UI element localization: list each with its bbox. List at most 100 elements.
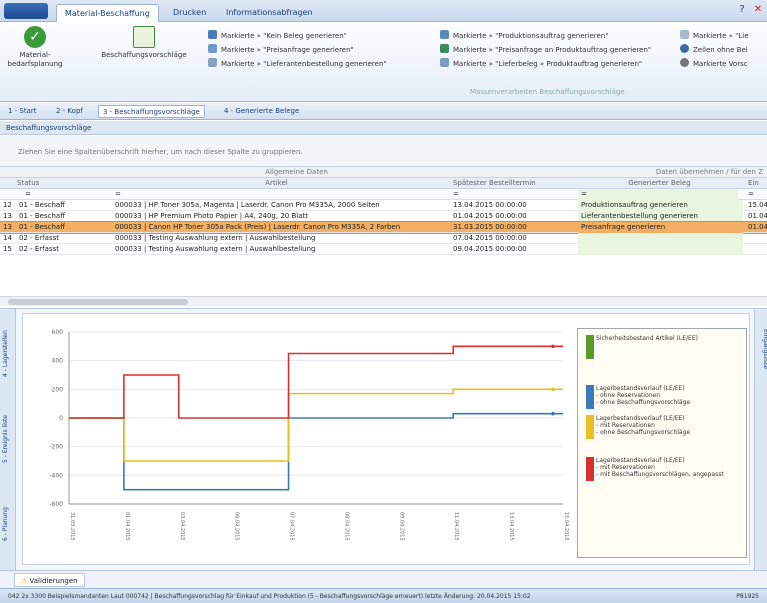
cmd-lieferbeleg-produktauftrag[interactable]: Markierte » "Lieferbeleg » Produktauftra… (440, 58, 670, 70)
horizontal-scrollbar[interactable] (0, 296, 767, 306)
row-date: 31.03.2015 00:00:00 (453, 223, 527, 231)
col-status[interactable]: Status (14, 178, 94, 189)
row-date: 09.04.2015 00:00:00 (453, 245, 527, 253)
row-date: 13.04.2015 00:00:00 (453, 201, 527, 209)
cmd-col3-3[interactable]: Markierte Vorsc (680, 58, 767, 70)
series-line (69, 345, 563, 419)
row-number: 13 (3, 212, 12, 220)
cmd-preisanfrage-produktauftrag[interactable]: Markierte » "Preisanfrage an Produktauft… (440, 44, 670, 56)
tab-drucken[interactable]: Drucken (165, 4, 214, 22)
cmd-kein-beleg[interactable]: Markierte » "Kein Beleg generieren" (208, 30, 428, 42)
legend-swatch (586, 335, 594, 359)
gear-icon (208, 30, 217, 39)
table-row[interactable]: 12 01 - Beschaff 000033 | HP Toner 305a,… (0, 200, 767, 211)
scrollbar-thumb[interactable] (8, 299, 188, 305)
tab-lagerstellen[interactable]: 4 - Lagerstellen (2, 319, 14, 389)
table-row[interactable]: 14 02 - Erfasst 000033 | Testing Auswahl… (0, 233, 767, 244)
tab-generierte-belege[interactable]: 4 - Generierte Belege (220, 105, 303, 118)
x-tick-label: 01.04.2015 (124, 512, 130, 541)
materialbedarfsplanung-label: Material- bedarfsplanung (7, 51, 63, 68)
col-spaetester-bestelltermin[interactable]: Spätester Bestelltermin (450, 178, 575, 189)
filter-status[interactable]: = (22, 189, 102, 200)
row-article: 000033 | HP Toner 305a, Magenta | Laserd… (115, 201, 380, 209)
close-icon[interactable]: ✕ (752, 4, 764, 16)
status-bar: 042 2x 3300 Beispielsmandanten Laut 0007… (0, 588, 767, 603)
stock-chart: -600 -400 -200 0 200 400 600 31.03.2015 01.04.20… (22, 313, 750, 565)
col-generierter-beleg[interactable]: Generierter Beleg (578, 178, 738, 189)
row-doc: Preisanfrage generieren (578, 222, 743, 233)
series-line (69, 412, 563, 491)
tab-ereignisliste[interactable]: 5 - Ereignis liste (2, 399, 14, 479)
column-header-row: Status Artikel Spätester Bestelltermin G… (0, 178, 767, 189)
beschaffungsvorschlaege-label: Beschaffungsvorschläge (101, 51, 187, 59)
table-row[interactable]: 15 02 - Erfasst 000033 | Testing Auswahl… (0, 244, 767, 255)
tab-beschaffungsvorschlaege[interactable]: 3 - Beschaffungsvorschläge (98, 105, 205, 118)
tab-eingangsliste[interactable]: Eingangsliste (757, 319, 767, 379)
y-tick-label: 0 (59, 415, 63, 422)
x-tick-label: 13.04.2015 (508, 512, 514, 541)
legend-swatch (586, 385, 594, 409)
x-tick-label: 11.04.2015 (453, 512, 459, 541)
proposal-grid: Allgemeine Daten Daten übernehmen / für … (0, 166, 767, 306)
band-allgemeine-daten: Allgemeine Daten (265, 168, 328, 176)
filter-bestelltermin[interactable]: = (450, 189, 575, 200)
legend-label: Lagerbestandsverlauf (LE/EE) - mit Reser… (596, 457, 724, 478)
cmd-label: Zeilen ohne Bel (693, 46, 748, 54)
tab-material-beschaffung[interactable]: Material-Beschaffung (56, 4, 159, 22)
y-tick-label: -600 (49, 501, 63, 508)
filter-ein[interactable]: = (745, 189, 767, 200)
beschaffungsvorschlaege-button[interactable]: Beschaffungsvorschläge (96, 26, 192, 60)
data-point (551, 344, 555, 349)
tab-kopf[interactable]: 2 - Kopf (52, 105, 87, 118)
tab-start[interactable]: 1 - Start (4, 105, 41, 118)
section-title: Beschaffungsvorschläge (0, 121, 767, 135)
row-ein (745, 233, 767, 244)
cmd-label: Markierte » "Preisanfrage an Produktauft… (453, 46, 652, 54)
cmd-label: Markierte » "Lie (693, 32, 749, 40)
data-point (551, 411, 555, 416)
group-by-hint: Ziehen Sie eine Spaltenüberschrift hierh… (0, 136, 767, 166)
cmd-lieferantenbestellung[interactable]: Markierte » "Lieferantenbestellung gener… (208, 58, 428, 70)
tab-validierungen-label: Validierungen (29, 577, 78, 585)
table-row[interactable]: 13 01 - Beschaff 000033 | HP Premium Pho… (0, 211, 767, 222)
legend-label: Lagerbestandsverlauf (LE/EE) - ohne Rese… (596, 385, 691, 406)
cmd-preisanfrage[interactable]: Markierte » "Preisanfrage generieren" (208, 44, 428, 56)
status-right: P81925 (736, 593, 759, 600)
cmd-col3-1[interactable]: Markierte » "Lie (680, 30, 767, 42)
cmd-label: Markierte Vorsc (693, 60, 748, 68)
cmd-label: Markierte » "Preisanfrage generieren" (221, 46, 354, 54)
cmd-label: Markierte » "Lieferantenbestellung gener… (221, 60, 387, 68)
x-tick-label: 06.04.2015 (234, 512, 240, 541)
row-date: 01.04.2015 00:00:00 (453, 212, 527, 220)
chart-panel: 4 - Lagerstellen 5 - Ereignis liste 6 - … (0, 308, 767, 571)
filter-beleg[interactable]: = (578, 189, 738, 200)
materialbedarfsplanung-button[interactable]: ✓ Material- bedarfsplanung (4, 26, 66, 69)
row-number: 15 (3, 245, 12, 253)
cmd-col3-2[interactable]: Zeilen ohne Bel (680, 44, 767, 56)
legend-swatch (586, 415, 594, 439)
filter-artikel[interactable]: = (112, 189, 442, 200)
tab-informationsabfragen[interactable]: Informationsabfragen (218, 4, 321, 22)
cmd-label: Markierte » "Lieferbeleg » Produktauftra… (453, 60, 643, 68)
x-tick-label: 03.04.2015 (179, 512, 185, 541)
x-tick-label: 08.04.2015 (343, 512, 349, 541)
filter-row: = = = = = (0, 189, 767, 200)
tab-validierungen[interactable]: ⚠ Validierungen (14, 573, 85, 587)
row-article: 000033 | HP Premium Photo Papier | A4, 2… (115, 212, 308, 220)
row-date: 07.04.2015 00:00:00 (453, 234, 527, 242)
col-artikel[interactable]: Artikel (110, 178, 440, 189)
side-tab-strip: 4 - Lagerstellen 5 - Ereignis liste 6 - … (0, 309, 16, 571)
document-icon (680, 30, 689, 39)
col-ein[interactable]: Ein (745, 178, 767, 189)
cmd-produktionsauftrag[interactable]: Markierte » "Produktionsauftrag generier… (440, 30, 670, 42)
row-status: 02 - Erfasst (19, 245, 59, 253)
help-icon[interactable]: ? (736, 4, 748, 16)
table-row-selected[interactable]: 13 01 - Beschaff 000033 | Canon HP Toner… (0, 221, 767, 234)
y-tick-label: 600 (52, 329, 64, 336)
eye-icon (680, 58, 689, 67)
legend-label: Lagerbestandsverlauf (LE/EE) - mit Reser… (596, 415, 691, 436)
tab-planung[interactable]: 6 - Planung (2, 489, 14, 559)
app-menu-button[interactable] (4, 3, 48, 19)
ribbon-group-caption: Massenverarbeiten Beschaffungsvorschläge (470, 88, 625, 96)
chart-legend: Sicherheitsbestand Artikel (LE/EE) Lager… (577, 328, 747, 558)
